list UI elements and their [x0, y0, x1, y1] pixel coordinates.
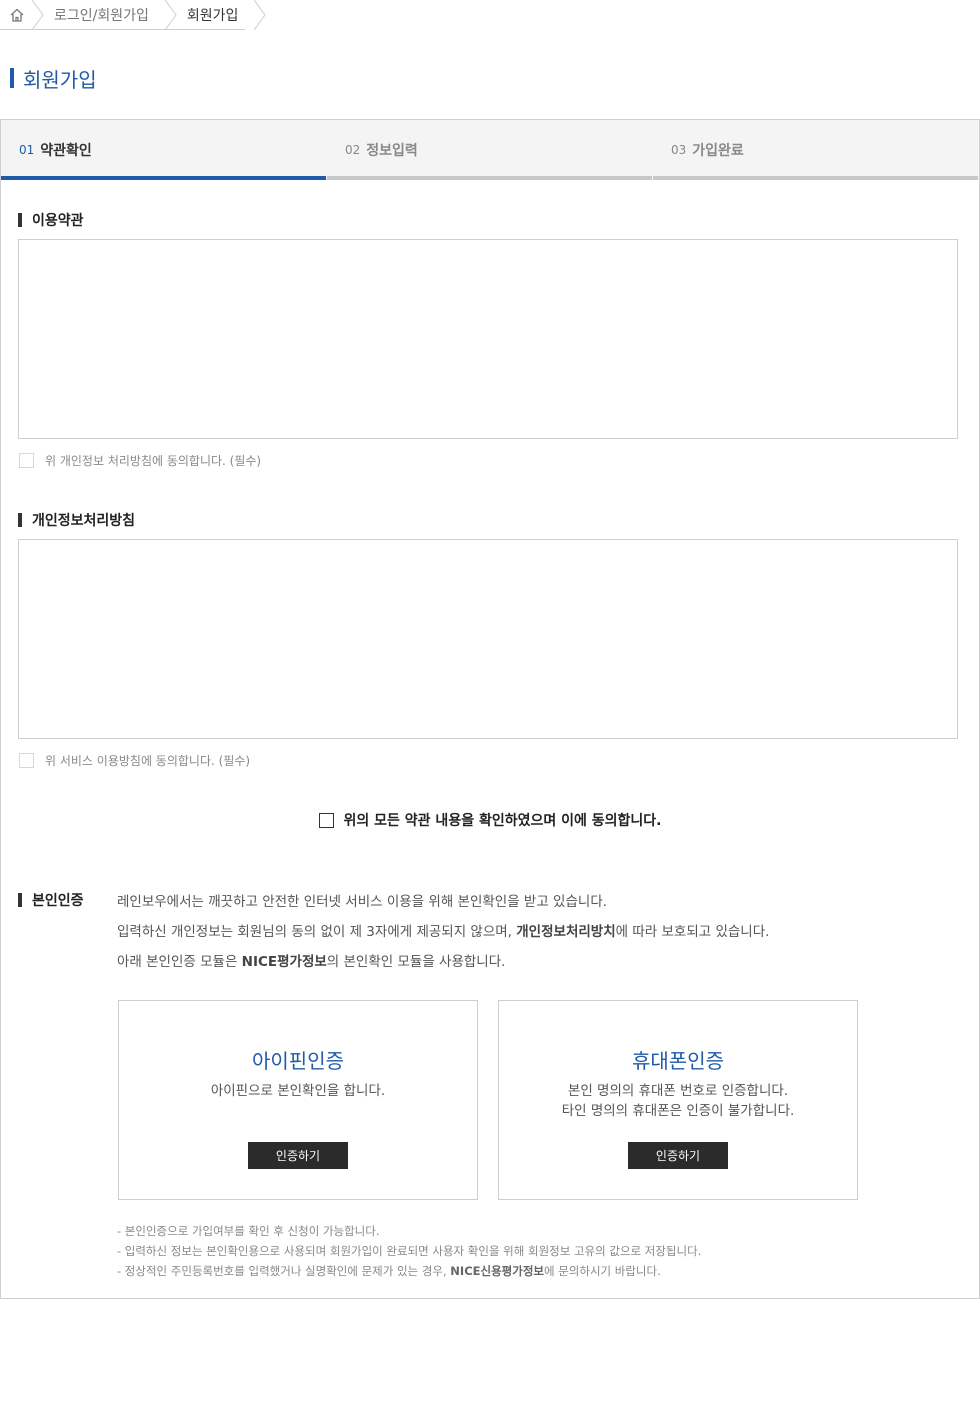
step-number: 03 [671, 143, 687, 157]
step-indicator: 01 약관확인 02 정보입력 03 가입완료 [1, 120, 979, 180]
note-1: - 본인인증으로 가입여부를 확인 후 신청이 가능합니다. [117, 1224, 380, 1238]
ipin-title: 아이핀인증 [252, 1049, 344, 1073]
verification-line-3: 아래 본인인증 모듈은 NICE평가정보의 본인확인 모듈을 사용합니다. [117, 950, 505, 970]
heading-bar [18, 513, 22, 527]
verification-line-3-post: 의 본인확인 모듈을 사용합니다. [326, 954, 506, 970]
note-3-bold: NICE신용평가정보 [450, 1264, 544, 1278]
step-underline [1, 176, 326, 180]
ipin-desc-line: 아이핀으로 본인확인을 합니다. [210, 1083, 386, 1099]
step-number: 01 [19, 143, 35, 157]
verification-title: 본인인증 [32, 893, 84, 909]
phone-verify-button[interactable]: 인증하기 [628, 1142, 728, 1169]
note-3-post: 에 문의하시기 바랍니다. [543, 1264, 661, 1278]
breadcrumb-item-signup[interactable]: 회원가입 [167, 0, 267, 30]
terms-agree-checkbox[interactable] [19, 452, 34, 468]
privacy-agree-checkbox[interactable] [19, 752, 34, 768]
breadcrumb: 로그인/회원가입 회원가입 [0, 0, 267, 30]
verification-line-1-text: 레인보우에서는 깨끗하고 안전한 인터넷 서비스 이용을 위해 본인확인을 받고… [117, 894, 608, 910]
privacy-heading: 개인정보처리방침 [18, 511, 135, 529]
step-label: 약관확인 [40, 143, 92, 159]
step-complete: 03 가입완료 [653, 120, 979, 180]
step-underline [653, 176, 978, 180]
verification-line-1: 레인보우에서는 깨끗하고 안전한 인터넷 서비스 이용을 위해 본인확인을 받고… [117, 890, 607, 910]
title-bar [10, 68, 14, 88]
verification-heading: 본인인증 [18, 891, 84, 909]
breadcrumb-separator [254, 0, 267, 30]
phone-card: 휴대폰인증 본인 명의의 휴대폰 번호로 인증합니다. 타인 명의의 휴대폰은 … [498, 1000, 858, 1200]
verification-line-2-pre: 입력하신 개인정보는 회원님의 동의 없이 제 3자에게 제공되지 않으며, [117, 924, 517, 940]
nice-emphasis: NICE평가정보 [241, 954, 327, 970]
phone-title: 휴대폰인증 [632, 1049, 724, 1073]
step-label: 가입완료 [692, 143, 744, 159]
breadcrumb-home[interactable] [0, 0, 44, 30]
privacy-agree-label: 위 서비스 이용방침에 동의합니다. (필수) [45, 753, 251, 768]
all-agree[interactable]: 위의 모든 약관 내용을 확인하였으며 이에 동의합니다. [1, 810, 979, 830]
step-info: 02 정보입력 [327, 120, 653, 180]
breadcrumb-label: 회원가입 [186, 8, 239, 24]
home-icon [10, 8, 24, 22]
page-title-text: 회원가입 [23, 67, 97, 92]
terms-title: 이용약관 [32, 213, 84, 229]
note-2: - 입력하신 정보는 본인확인용으로 사용되며 회원가입이 완료되면 사용자 확… [117, 1244, 702, 1258]
privacy-agree[interactable]: 위 서비스 이용방침에 동의합니다. (필수) [19, 752, 250, 768]
verification-notes: - 본인인증으로 가입여부를 확인 후 신청이 가능합니다. - 입력하신 정보… [117, 1221, 701, 1281]
signup-panel: 01 약관확인 02 정보입력 03 가입완료 이용약관 위 개인정보 처리방침… [0, 119, 980, 1299]
step-terms: 01 약관확인 [1, 120, 327, 180]
ipin-desc: 아이핀으로 본인확인을 합니다. [119, 1081, 477, 1101]
terms-heading: 이용약관 [18, 211, 84, 229]
terms-agree[interactable]: 위 개인정보 처리방침에 동의합니다. (필수) [19, 452, 261, 468]
all-agree-checkbox[interactable] [318, 812, 334, 828]
terms-agree-label: 위 개인정보 처리방침에 동의합니다. (필수) [45, 453, 262, 468]
verification-line-2: 입력하신 개인정보는 회원님의 동의 없이 제 3자에게 제공되지 않으며, 개… [117, 920, 769, 940]
phone-desc: 본인 명의의 휴대폰 번호로 인증합니다. 타인 명의의 휴대폰은 인증이 불가… [499, 1081, 857, 1121]
note-3-pre: - 정상적인 주민등록번호를 입력했거나 실명확인에 문제가 있는 경우, [117, 1264, 451, 1278]
verification-line-2-post: 에 따라 보호되고 있습니다. [615, 924, 770, 940]
verification-line-3-pre: 아래 본인인증 모듈은 [117, 954, 242, 970]
breadcrumb-item-login[interactable]: 로그인/회원가입 [34, 0, 177, 30]
all-agree-label: 위의 모든 약관 내용을 확인하였으며 이에 동의합니다. [343, 813, 662, 829]
step-number: 02 [345, 143, 361, 157]
ipin-verify-button[interactable]: 인증하기 [248, 1142, 348, 1169]
terms-textbox[interactable] [18, 239, 958, 439]
privacy-title: 개인정보처리방침 [32, 513, 136, 529]
phone-desc-line-1: 본인 명의의 휴대폰 번호로 인증합니다. [567, 1083, 789, 1099]
note-3: - 정상적인 주민등록번호를 입력했거나 실명확인에 문제가 있는 경우, NI… [117, 1261, 701, 1281]
heading-bar [18, 213, 22, 227]
privacy-policy-emphasis: 개인정보처리방치 [516, 924, 616, 940]
privacy-textbox[interactable] [18, 539, 958, 739]
breadcrumb-label: 로그인/회원가입 [54, 8, 149, 24]
phone-desc-line-2: 타인 명의의 휴대폰은 인증이 불가합니다. [561, 1103, 795, 1119]
breadcrumb-divider [0, 29, 245, 30]
heading-bar [18, 893, 22, 907]
page-title: 회원가입 [10, 66, 97, 92]
ipin-card: 아이핀인증 아이핀으로 본인확인을 합니다. 인증하기 [118, 1000, 478, 1200]
step-underline [327, 176, 652, 180]
step-label: 정보입력 [366, 143, 418, 159]
